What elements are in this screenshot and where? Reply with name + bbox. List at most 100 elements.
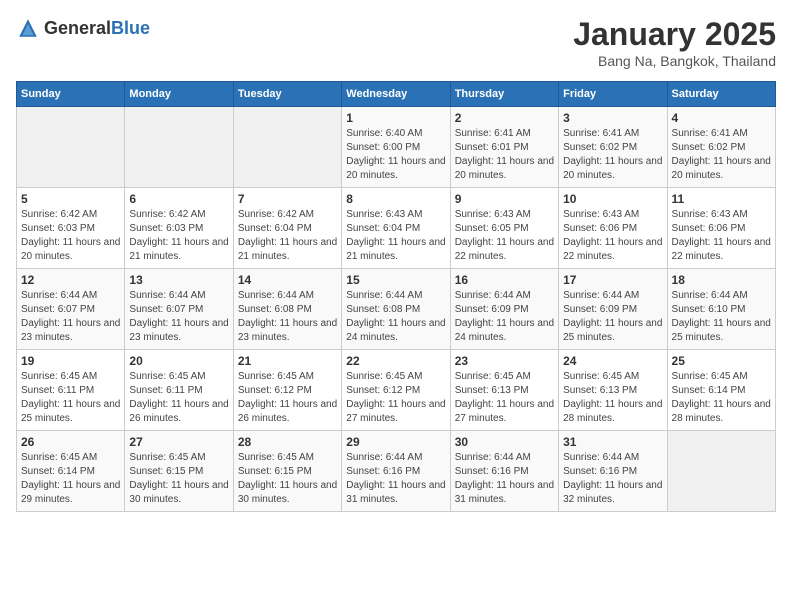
day-info: Sunrise: 6:44 AM Sunset: 6:16 PM Dayligh… — [346, 451, 445, 507]
day-info: Sunrise: 6:43 AM Sunset: 6:05 PM Dayligh… — [455, 208, 554, 264]
day-number: 24 — [563, 354, 662, 368]
day-info: Sunrise: 6:44 AM Sunset: 6:07 PM Dayligh… — [21, 289, 120, 345]
calendar-cell: 31 Sunrise: 6:44 AM Sunset: 6:16 PM Dayli… — [559, 431, 667, 512]
calendar-subtitle: Bang Na, Bangkok, Thailand — [573, 53, 776, 69]
day-info: Sunrise: 6:45 AM Sunset: 6:11 PM Dayligh… — [21, 370, 120, 426]
title-section: January 2025 Bang Na, Bangkok, Thailand — [573, 16, 776, 69]
day-number: 2 — [455, 111, 554, 125]
day-info: Sunrise: 6:41 AM Sunset: 6:01 PM Dayligh… — [455, 127, 554, 183]
week-row-0: 1 Sunrise: 6:40 AM Sunset: 6:00 PM Daylig… — [17, 107, 776, 188]
calendar-cell: 8Sunrise: 6:43 AM Sunset: 6:04 PM Daylig… — [342, 188, 450, 269]
calendar-body: 1 Sunrise: 6:40 AM Sunset: 6:00 PM Daylig… — [17, 107, 776, 512]
calendar-cell: 23 Sunrise: 6:45 AM Sunset: 6:13 PM Dayli… — [450, 350, 558, 431]
calendar-cell: 3Sunrise: 6:41 AM Sunset: 6:02 PM Daylig… — [559, 107, 667, 188]
calendar-cell: 5Sunrise: 6:42 AM Sunset: 6:03 PM Daylig… — [17, 188, 125, 269]
calendar-table: SundayMondayTuesdayWednesdayThursdayFrid… — [16, 81, 776, 512]
calendar-cell — [17, 107, 125, 188]
calendar-cell: 4Sunrise: 6:41 AM Sunset: 6:02 PM Daylig… — [667, 107, 775, 188]
day-number: 16 — [455, 273, 554, 287]
day-number: 22 — [346, 354, 445, 368]
day-number: 17 — [563, 273, 662, 287]
calendar-cell: 25 Sunrise: 6:45 AM Sunset: 6:14 PM Dayli… — [667, 350, 775, 431]
day-info: Sunrise: 6:44 AM Sunset: 6:16 PM Dayligh… — [455, 451, 554, 507]
calendar-cell: 12 Sunrise: 6:44 AM Sunset: 6:07 PM Dayli… — [17, 269, 125, 350]
day-number: 12 — [21, 273, 120, 287]
day-number: 11 — [672, 192, 771, 206]
calendar-cell: 30 Sunrise: 6:44 AM Sunset: 6:16 PM Dayli… — [450, 431, 558, 512]
day-info: Sunrise: 6:44 AM Sunset: 6:09 PM Dayligh… — [563, 289, 662, 345]
weekday-thursday: Thursday — [450, 82, 558, 107]
calendar-cell: 20 Sunrise: 6:45 AM Sunset: 6:11 PM Dayli… — [125, 350, 233, 431]
weekday-header-row: SundayMondayTuesdayWednesdayThursdayFrid… — [17, 82, 776, 107]
day-number: 6 — [129, 192, 228, 206]
calendar-cell: 27Sunrise: 6:45 AM Sunset: 6:15 PM Dayli… — [125, 431, 233, 512]
calendar-cell: 14 Sunrise: 6:44 AM Sunset: 6:08 PM Dayli… — [233, 269, 341, 350]
calendar-cell: 28 Sunrise: 6:45 AM Sunset: 6:15 PM Dayli… — [233, 431, 341, 512]
day-info: Sunrise: 6:42 AM Sunset: 6:03 PM Dayligh… — [129, 208, 228, 264]
day-number: 30 — [455, 435, 554, 449]
day-number: 23 — [455, 354, 554, 368]
week-row-2: 12 Sunrise: 6:44 AM Sunset: 6:07 PM Dayli… — [17, 269, 776, 350]
day-info: Sunrise: 6:44 AM Sunset: 6:08 PM Dayligh… — [238, 289, 337, 345]
weekday-tuesday: Tuesday — [233, 82, 341, 107]
calendar-cell: 10Sunrise: 6:43 AM Sunset: 6:06 PM Dayli… — [559, 188, 667, 269]
day-number: 31 — [563, 435, 662, 449]
day-number: 26 — [21, 435, 120, 449]
page-header: GeneralBlue January 2025 Bang Na, Bangko… — [16, 16, 776, 69]
day-info: Sunrise: 6:44 AM Sunset: 6:16 PM Dayligh… — [563, 451, 662, 507]
day-number: 15 — [346, 273, 445, 287]
day-info: Sunrise: 6:45 AM Sunset: 6:14 PM Dayligh… — [21, 451, 120, 507]
calendar-cell: 9 Sunrise: 6:43 AM Sunset: 6:05 PM Daylig… — [450, 188, 558, 269]
week-row-1: 5Sunrise: 6:42 AM Sunset: 6:03 PM Daylig… — [17, 188, 776, 269]
calendar-cell: 21Sunrise: 6:45 AM Sunset: 6:12 PM Dayli… — [233, 350, 341, 431]
day-info: Sunrise: 6:42 AM Sunset: 6:03 PM Dayligh… — [21, 208, 120, 264]
day-info: Sunrise: 6:44 AM Sunset: 6:07 PM Dayligh… — [129, 289, 228, 345]
day-number: 1 — [346, 111, 445, 125]
calendar-cell: 1 Sunrise: 6:40 AM Sunset: 6:00 PM Daylig… — [342, 107, 450, 188]
weekday-saturday: Saturday — [667, 82, 775, 107]
calendar-cell: 26 Sunrise: 6:45 AM Sunset: 6:14 PM Dayli… — [17, 431, 125, 512]
calendar-cell — [125, 107, 233, 188]
day-info: Sunrise: 6:45 AM Sunset: 6:13 PM Dayligh… — [563, 370, 662, 426]
day-number: 21 — [238, 354, 337, 368]
day-number: 4 — [672, 111, 771, 125]
weekday-friday: Friday — [559, 82, 667, 107]
day-info: Sunrise: 6:45 AM Sunset: 6:14 PM Dayligh… — [672, 370, 771, 426]
day-info: Sunrise: 6:40 AM Sunset: 6:00 PM Dayligh… — [346, 127, 445, 183]
calendar-header: SundayMondayTuesdayWednesdayThursdayFrid… — [17, 82, 776, 107]
day-number: 8 — [346, 192, 445, 206]
calendar-title: January 2025 — [573, 16, 776, 53]
day-number: 28 — [238, 435, 337, 449]
calendar-cell: 19Sunrise: 6:45 AM Sunset: 6:11 PM Dayli… — [17, 350, 125, 431]
day-number: 18 — [672, 273, 771, 287]
week-row-3: 19Sunrise: 6:45 AM Sunset: 6:11 PM Dayli… — [17, 350, 776, 431]
day-number: 20 — [129, 354, 228, 368]
day-number: 25 — [672, 354, 771, 368]
calendar-cell — [667, 431, 775, 512]
logo-icon — [16, 16, 40, 40]
day-info: Sunrise: 6:45 AM Sunset: 6:15 PM Dayligh… — [238, 451, 337, 507]
day-number: 29 — [346, 435, 445, 449]
calendar-cell: 22Sunrise: 6:45 AM Sunset: 6:12 PM Dayli… — [342, 350, 450, 431]
weekday-sunday: Sunday — [17, 82, 125, 107]
calendar-cell: 2 Sunrise: 6:41 AM Sunset: 6:01 PM Daylig… — [450, 107, 558, 188]
day-info: Sunrise: 6:43 AM Sunset: 6:06 PM Dayligh… — [672, 208, 771, 264]
day-info: Sunrise: 6:45 AM Sunset: 6:11 PM Dayligh… — [129, 370, 228, 426]
day-info: Sunrise: 6:45 AM Sunset: 6:15 PM Dayligh… — [129, 451, 228, 507]
day-number: 7 — [238, 192, 337, 206]
day-number: 10 — [563, 192, 662, 206]
weekday-monday: Monday — [125, 82, 233, 107]
weekday-wednesday: Wednesday — [342, 82, 450, 107]
day-info: Sunrise: 6:45 AM Sunset: 6:13 PM Dayligh… — [455, 370, 554, 426]
calendar-cell: 16Sunrise: 6:44 AM Sunset: 6:09 PM Dayli… — [450, 269, 558, 350]
logo-general: General — [44, 18, 111, 38]
calendar-cell: 18Sunrise: 6:44 AM Sunset: 6:10 PM Dayli… — [667, 269, 775, 350]
calendar-cell: 29 Sunrise: 6:44 AM Sunset: 6:16 PM Dayli… — [342, 431, 450, 512]
calendar-cell: 15Sunrise: 6:44 AM Sunset: 6:08 PM Dayli… — [342, 269, 450, 350]
calendar-cell — [233, 107, 341, 188]
logo: GeneralBlue — [16, 16, 150, 40]
day-number: 14 — [238, 273, 337, 287]
week-row-4: 26 Sunrise: 6:45 AM Sunset: 6:14 PM Dayli… — [17, 431, 776, 512]
day-number: 9 — [455, 192, 554, 206]
logo-blue: Blue — [111, 18, 150, 38]
